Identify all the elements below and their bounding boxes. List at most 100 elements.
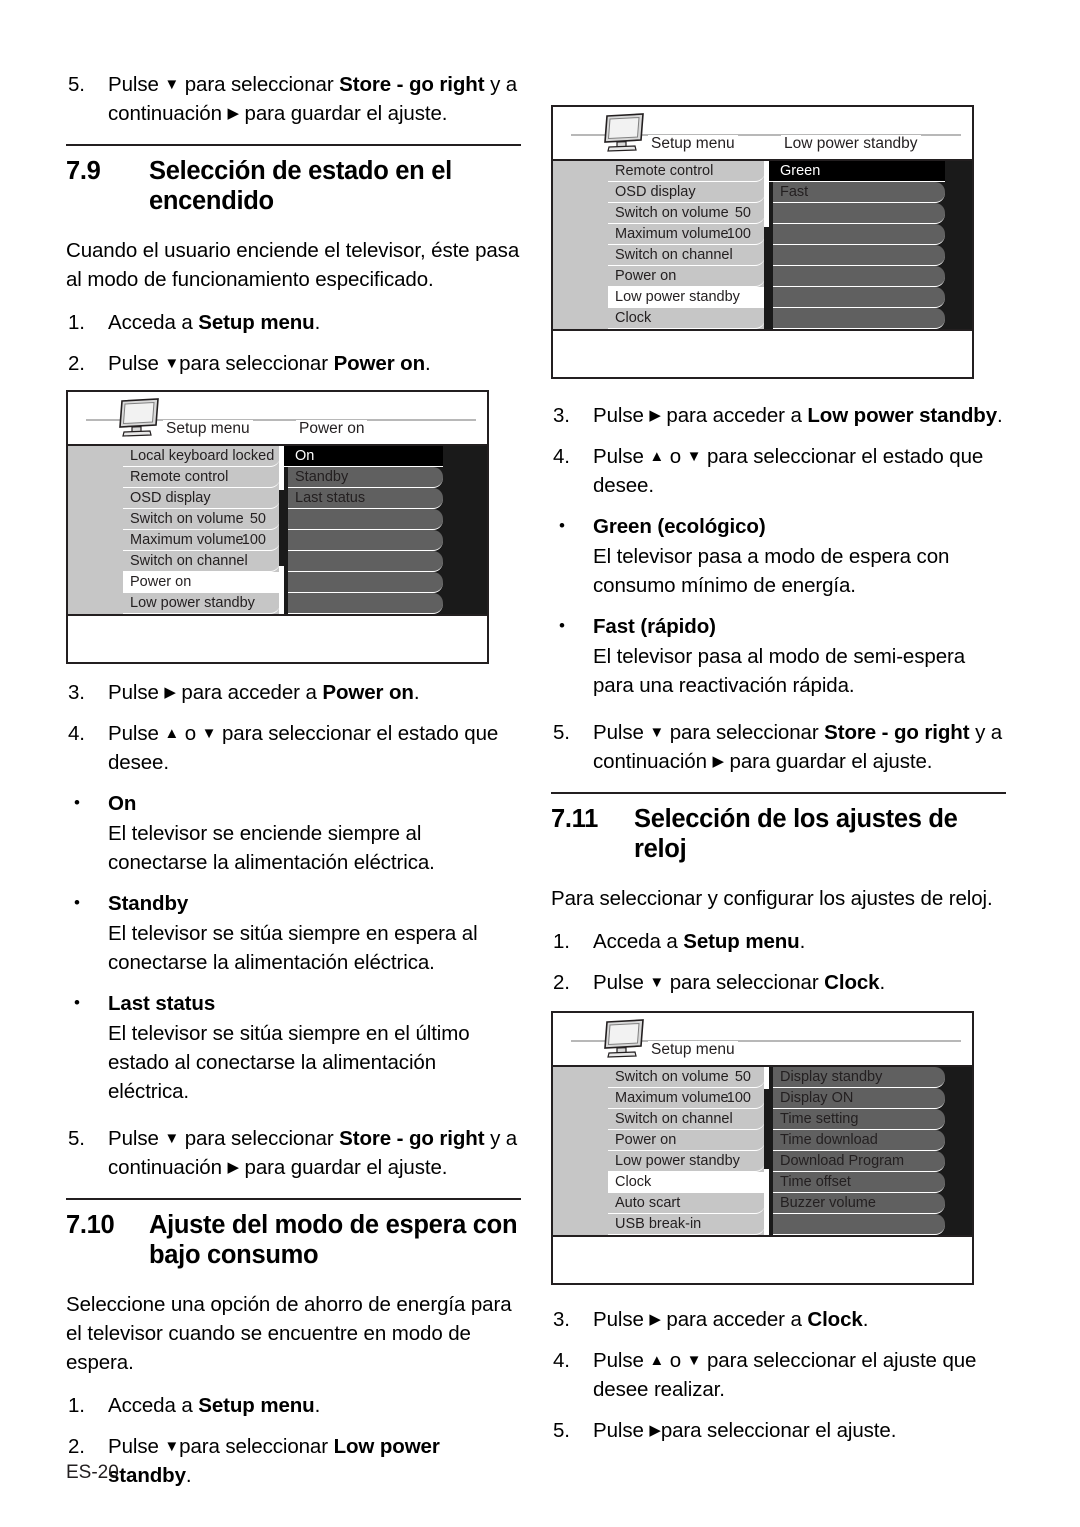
step-number: 5. <box>68 1127 85 1150</box>
scrollbar-thumb[interactable] <box>764 1089 769 1169</box>
osd-screenshot-low-power-standby: Setup menu Low power standby Remote cont… <box>551 105 974 379</box>
menu-item-label: Auto scart <box>615 1195 681 1211</box>
menu-item[interactable]: Maximum volume 100 <box>123 530 280 551</box>
menu-item[interactable]: Switch on volume 50 <box>123 509 280 530</box>
left-pane-scrollbar[interactable] <box>764 161 769 329</box>
step-bold-term: Store - go right <box>824 721 970 744</box>
scrollbar-thumb[interactable] <box>279 490 284 566</box>
step-text: para seleccionar el ajuste. <box>660 1419 897 1442</box>
bullet-term: Green (ecológico) <box>593 515 766 538</box>
tv-monitor-icon <box>119 398 159 437</box>
step-text: para seleccionar <box>179 352 334 375</box>
menu-item[interactable]: OSD display <box>123 488 280 509</box>
menu-item[interactable]: Local keyboard locked <box>123 446 280 467</box>
menu-item-selected[interactable]: Power on <box>123 572 280 593</box>
menu-item[interactable]: Auto scart <box>608 1193 765 1214</box>
option-item[interactable]: Download Program <box>773 1151 945 1172</box>
right-arrow-icon: ▶ <box>649 1311 661 1328</box>
left-pane-scrollbar[interactable] <box>764 1067 769 1235</box>
option-item[interactable] <box>773 1214 945 1235</box>
option-item[interactable]: Display standby <box>773 1067 945 1088</box>
option-item[interactable] <box>288 551 443 572</box>
bullet-text: El televisor pasa al modo de semi-espera… <box>593 645 966 697</box>
step-text: para seleccionar <box>179 73 340 96</box>
osd-footer <box>553 329 972 377</box>
option-item[interactable] <box>288 572 443 593</box>
menu-item[interactable]: Switch on volume 50 <box>608 1067 765 1088</box>
down-arrow-icon: ▼ <box>649 974 665 991</box>
menu-item-value: 50 <box>249 511 266 527</box>
up-arrow-icon: ▲ <box>164 725 180 742</box>
menu-item[interactable]: Switch on channel <box>608 245 765 266</box>
menu-item[interactable]: Maximum volume 100 <box>608 224 765 245</box>
step-text: Pulse <box>108 681 165 704</box>
step-text: Pulse <box>108 722 165 745</box>
menu-item-label: Clock <box>615 1174 652 1190</box>
menu-item[interactable]: Remote control <box>123 467 280 488</box>
bullet-dot-icon: • <box>74 893 80 912</box>
step-3: 3. Pulse ▶ para acceder a Low power stand… <box>551 401 1006 430</box>
menu-item[interactable]: Low power standby <box>123 593 280 614</box>
right-column: Setup menu Low power standby Remote cont… <box>551 105 1006 1457</box>
menu-item[interactable]: Maximum volume 100 <box>608 1088 765 1109</box>
menu-item-label: Switch on volume <box>615 1069 729 1085</box>
step-text: Pulse <box>593 445 650 468</box>
option-item[interactable]: Time offset <box>773 1172 945 1193</box>
option-item[interactable]: Buzzer volume <box>773 1193 945 1214</box>
step-number: 2. <box>68 1435 85 1458</box>
menu-item-value: 100 <box>726 1090 751 1106</box>
down-arrow-icon: ▼ <box>649 724 665 741</box>
step-text: . <box>314 1394 321 1417</box>
option-item[interactable]: Fast <box>773 182 945 203</box>
menu-item[interactable]: Power on <box>608 266 765 287</box>
menu-item[interactable]: Remote control <box>608 161 765 182</box>
bullet-dot-icon: • <box>559 616 565 635</box>
menu-item[interactable]: Clock <box>608 308 765 329</box>
menu-item-selected[interactable]: Clock <box>608 1172 765 1193</box>
option-item-selected[interactable]: On <box>280 446 443 467</box>
option-item[interactable]: Last status <box>288 488 443 509</box>
option-item[interactable]: Time setting <box>773 1109 945 1130</box>
menu-item[interactable]: Switch on channel <box>608 1109 765 1130</box>
menu-item[interactable]: OSD display <box>608 182 765 203</box>
option-item[interactable] <box>773 224 945 245</box>
menu-item[interactable]: Switch on channel <box>123 551 280 572</box>
option-item[interactable]: Standby <box>288 467 443 488</box>
menu-item[interactable]: Low power standby <box>608 1151 765 1172</box>
scrollbar-thumb[interactable] <box>764 227 769 329</box>
option-item-selected[interactable]: Green <box>765 161 945 182</box>
option-item[interactable] <box>773 287 945 308</box>
menu-item-value: 50 <box>734 1069 751 1085</box>
menu-item[interactable]: USB break-in <box>608 1214 765 1235</box>
up-arrow-icon: ▲ <box>649 1352 665 1369</box>
option-item[interactable] <box>773 245 945 266</box>
step-bold-term: Clock <box>824 971 880 994</box>
option-item[interactable] <box>288 509 443 530</box>
option-label: Last status <box>295 490 366 506</box>
step-text: . <box>997 404 1003 427</box>
menu-item[interactable]: Power on <box>608 1130 765 1151</box>
option-item[interactable] <box>288 530 443 551</box>
step-bold-term: Setup menu <box>683 930 800 953</box>
option-item[interactable]: Display ON <box>773 1088 945 1109</box>
step-text: o <box>179 722 202 745</box>
step-bold-term: Setup menu <box>198 1394 315 1417</box>
right-arrow-icon: ▶ <box>649 407 661 424</box>
menu-item-selected[interactable]: Low power standby <box>608 287 765 308</box>
left-pane-scrollbar[interactable] <box>279 446 284 614</box>
bullet-dot-icon: • <box>74 793 80 812</box>
option-label: On <box>295 448 315 464</box>
step-text: Pulse <box>593 1419 650 1442</box>
option-item[interactable]: Time download <box>773 1130 945 1151</box>
step-5-store: 5. Pulse ▼ para seleccionar Store - go ri… <box>66 1124 521 1182</box>
option-item[interactable] <box>773 308 945 329</box>
option-item[interactable] <box>773 266 945 287</box>
step-text: para seleccionar <box>179 1435 334 1458</box>
step-text: . <box>862 1308 869 1331</box>
option-item[interactable] <box>288 593 443 614</box>
down-arrow-icon: ▼ <box>164 355 180 372</box>
step-number: 5. <box>553 721 570 744</box>
menu-item[interactable]: Switch on volume 50 <box>608 203 765 224</box>
step-number: 4. <box>68 722 85 745</box>
option-item[interactable] <box>773 203 945 224</box>
